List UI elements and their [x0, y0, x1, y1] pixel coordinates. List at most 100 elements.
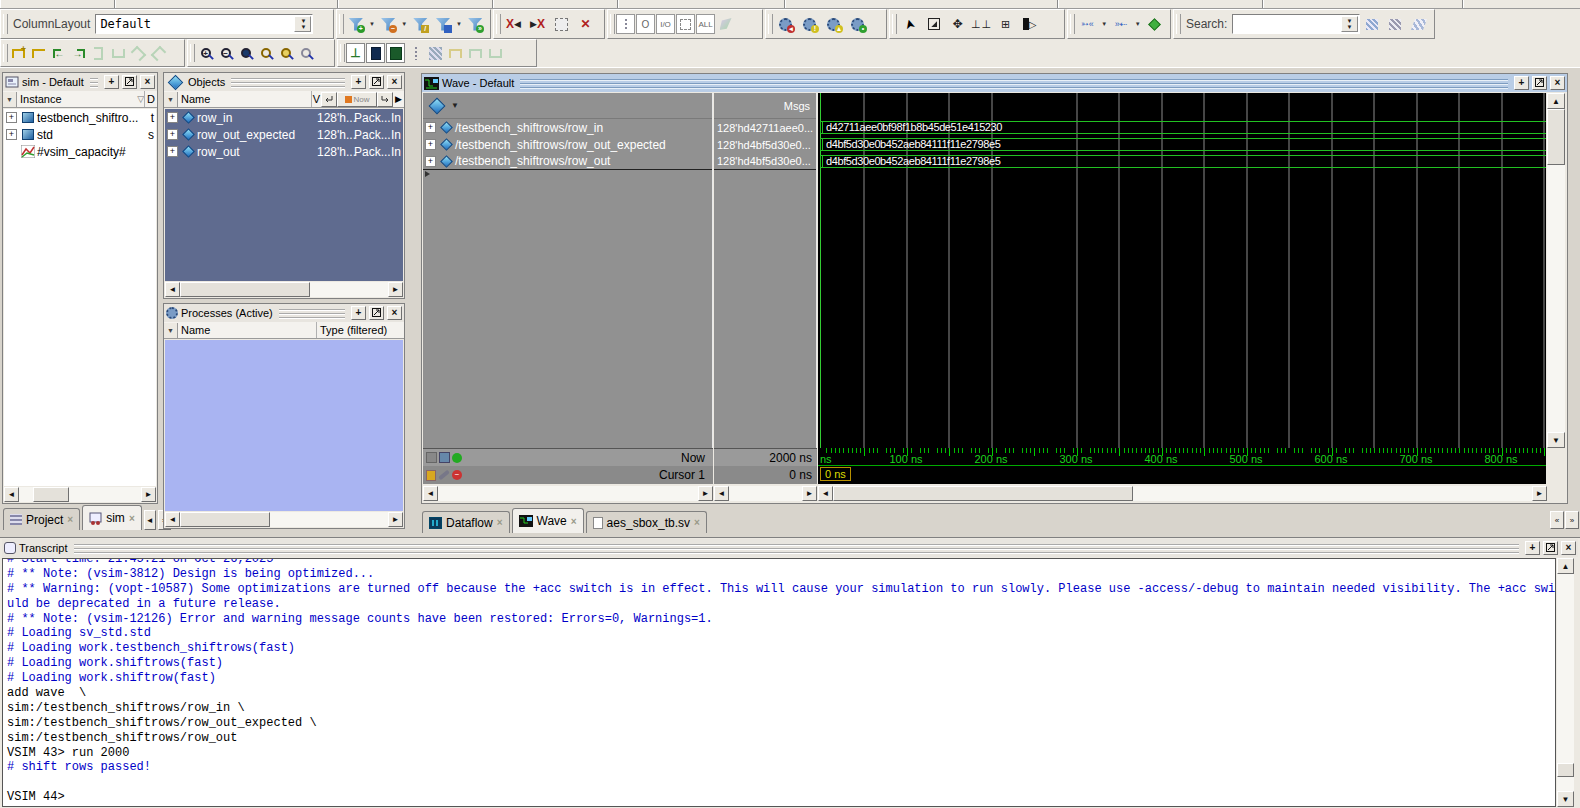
- cancel-all-button[interactable]: ✕: [574, 13, 597, 35]
- gear-warn2-button[interactable]: ▴: [822, 13, 845, 35]
- wave-canvas[interactable]: d42711aee0bf98f1b8b45de51e415230 d4bf5d3…: [818, 93, 1546, 448]
- add-wave-button[interactable]: +: [9, 43, 28, 63]
- transcript-add-button[interactable]: +: [1525, 541, 1540, 555]
- transcript-grip[interactable]: [74, 542, 1520, 554]
- wave-cursor-strip[interactable]: 0 ns: [818, 466, 1546, 484]
- wave-names-header[interactable]: ▼: [423, 93, 712, 119]
- leaf-button[interactable]: [716, 14, 735, 34]
- expand-icon[interactable]: +: [6, 129, 17, 140]
- sim-grip[interactable]: [90, 76, 98, 88]
- wave-grip[interactable]: [520, 77, 1508, 89]
- insert-mode2-button[interactable]: [109, 43, 128, 63]
- expand-icon[interactable]: +: [167, 112, 178, 123]
- expand-icon[interactable]: +: [6, 112, 17, 123]
- next-edge-button[interactable]: →: [69, 43, 88, 63]
- gear-warn1-button[interactable]: !: [798, 13, 821, 35]
- grid-select-button[interactable]: [550, 13, 573, 35]
- wave-hscrollbar[interactable]: ◄ ►: [818, 486, 1547, 501]
- tab-aes-sbox[interactable]: aes_sbox_tb.sv×: [586, 511, 707, 533]
- filter-icon[interactable]: ▼: [164, 323, 178, 338]
- zoom-full-button[interactable]: [236, 43, 255, 63]
- cancel-forward-button[interactable]: ▶X: [526, 13, 549, 35]
- wave-add-button[interactable]: +: [1514, 76, 1529, 90]
- wave-signal-row[interactable]: + /testbench_shiftrows/row_out_expected: [423, 136, 712, 153]
- add-filter-button[interactable]: +: [345, 13, 367, 35]
- sim-close-button[interactable]: ×: [140, 75, 155, 89]
- find-prev-dropdown[interactable]: ▼: [1100, 13, 1109, 35]
- processes-panel-titlebar[interactable]: Processes (Active) + ×: [164, 304, 404, 322]
- add-cursor-icon[interactable]: [452, 453, 462, 463]
- zoom-select-button[interactable]: [296, 43, 315, 63]
- cursor-time-box[interactable]: 0 ns: [820, 467, 851, 481]
- processes-grip[interactable]: [279, 307, 345, 319]
- find-next-dropdown[interactable]: ▼: [1133, 13, 1142, 35]
- apply-filter-button[interactable]: »: [464, 13, 486, 35]
- sim-tree-row[interactable]: + std s: [4, 126, 156, 143]
- search-down-button[interactable]: [1361, 13, 1383, 35]
- wrench-icon[interactable]: [438, 470, 450, 481]
- expand-time-o-button[interactable]: O: [636, 14, 655, 34]
- processes-close-button[interactable]: ×: [387, 306, 402, 320]
- processes-hscrollbar[interactable]: ◄ ►: [165, 512, 403, 527]
- wave-ruler[interactable]: ns 100 ns 200 ns 300 ns 400 ns 500 ns 60…: [818, 448, 1546, 466]
- wave-cursor-row[interactable]: − Cursor 1: [423, 466, 713, 484]
- edit-filter-button[interactable]: /: [409, 13, 431, 35]
- find-prev-transition-button[interactable]: ➳«: [1076, 13, 1099, 35]
- transcript-undock-button[interactable]: [1543, 541, 1558, 555]
- sim-panel-titlebar[interactable]: sim - Default + ×: [3, 73, 157, 91]
- processes-list[interactable]: [165, 340, 403, 511]
- find-next-transition-button[interactable]: »⇠: [1110, 13, 1133, 35]
- sim-column-header[interactable]: ▼ Instance ▽ D: [3, 91, 157, 108]
- objects-column-header[interactable]: ▼ Name V Now ▶: [164, 91, 404, 108]
- select-mode-button[interactable]: ➤: [898, 13, 921, 35]
- gear-run-button[interactable]: •: [846, 13, 869, 35]
- transcript-body[interactable]: # Start time: 21:45:21 on Oct 26,2025# *…: [2, 558, 1556, 807]
- find-diamond-button[interactable]: [1143, 13, 1166, 35]
- sim-tree-row[interactable]: + testbench_shiftro... t: [4, 109, 156, 126]
- column-layout-combo[interactable]: Default ▼▼: [95, 14, 313, 34]
- pattern-box-button[interactable]: [426, 43, 445, 63]
- objects-panel-titlebar[interactable]: Objects + ×: [164, 73, 404, 91]
- sim-add-button[interactable]: +: [104, 75, 119, 89]
- expand-icon[interactable]: +: [425, 156, 436, 167]
- save-filter-dropdown[interactable]: ▼: [455, 13, 464, 35]
- expand-time-io-button[interactable]: I/O: [656, 14, 675, 34]
- objects-row[interactable]: + row_out_expected 128'h... Pack... In: [165, 126, 403, 143]
- wave-msgs-hscrollbar[interactable]: ◄ ►: [714, 486, 817, 501]
- insert-mode4-button[interactable]: [149, 43, 168, 63]
- processes-column-header[interactable]: ▼ Name Type (filtered): [164, 322, 404, 339]
- mdi-tab-scroll-left[interactable]: «: [1550, 511, 1564, 529]
- filter-icon[interactable]: ▼: [164, 92, 178, 107]
- edit-mode-button[interactable]: ⊥⊥: [970, 13, 993, 35]
- tab-sim[interactable]: sim×: [82, 505, 142, 530]
- expand-icon[interactable]: +: [167, 146, 178, 157]
- zoom-in-button[interactable]: +: [196, 43, 215, 63]
- dotted-sep-button[interactable]: [406, 43, 425, 63]
- expand-time-all-button[interactable]: ALL: [696, 14, 715, 34]
- search-dropdown-icon[interactable]: ▼▼: [1341, 16, 1358, 32]
- objects-undock-button[interactable]: [369, 75, 384, 89]
- step-green1-button[interactable]: [466, 43, 485, 63]
- objects-row[interactable]: + row_out 128'h... Pack... In: [165, 143, 403, 160]
- wave-panel-titlebar[interactable]: Wave - Default + ×: [422, 74, 1567, 92]
- step-green2-button[interactable]: [486, 43, 505, 63]
- zoom-out-button[interactable]: −: [216, 43, 235, 63]
- filter-icon[interactable]: ▼: [3, 92, 17, 107]
- expand-icon[interactable]: +: [167, 129, 178, 140]
- step-yellow-button[interactable]: [446, 43, 465, 63]
- expand-time-box-button[interactable]: [676, 14, 695, 34]
- objects-close-button[interactable]: ×: [387, 75, 402, 89]
- search-up-button[interactable]: [1384, 13, 1406, 35]
- wave-vscrollbar[interactable]: ▲ ▼: [1547, 93, 1565, 448]
- sim-undock-button[interactable]: [122, 75, 137, 89]
- processes-add-button[interactable]: +: [351, 306, 366, 320]
- remove-filter-button[interactable]: −: [377, 13, 399, 35]
- prev-edge-button[interactable]: ←: [49, 43, 68, 63]
- search-input[interactable]: ▼▼: [1232, 14, 1359, 34]
- wave-close-button[interactable]: ×: [1550, 76, 1565, 90]
- lock-icon[interactable]: [426, 470, 436, 481]
- next-now-button[interactable]: [377, 92, 393, 107]
- transcript-vscrollbar[interactable]: ▲ ▼: [1557, 558, 1574, 807]
- wave-undock-button[interactable]: [1532, 76, 1547, 90]
- sim-tree-row[interactable]: #vsim_capacity#: [4, 143, 156, 160]
